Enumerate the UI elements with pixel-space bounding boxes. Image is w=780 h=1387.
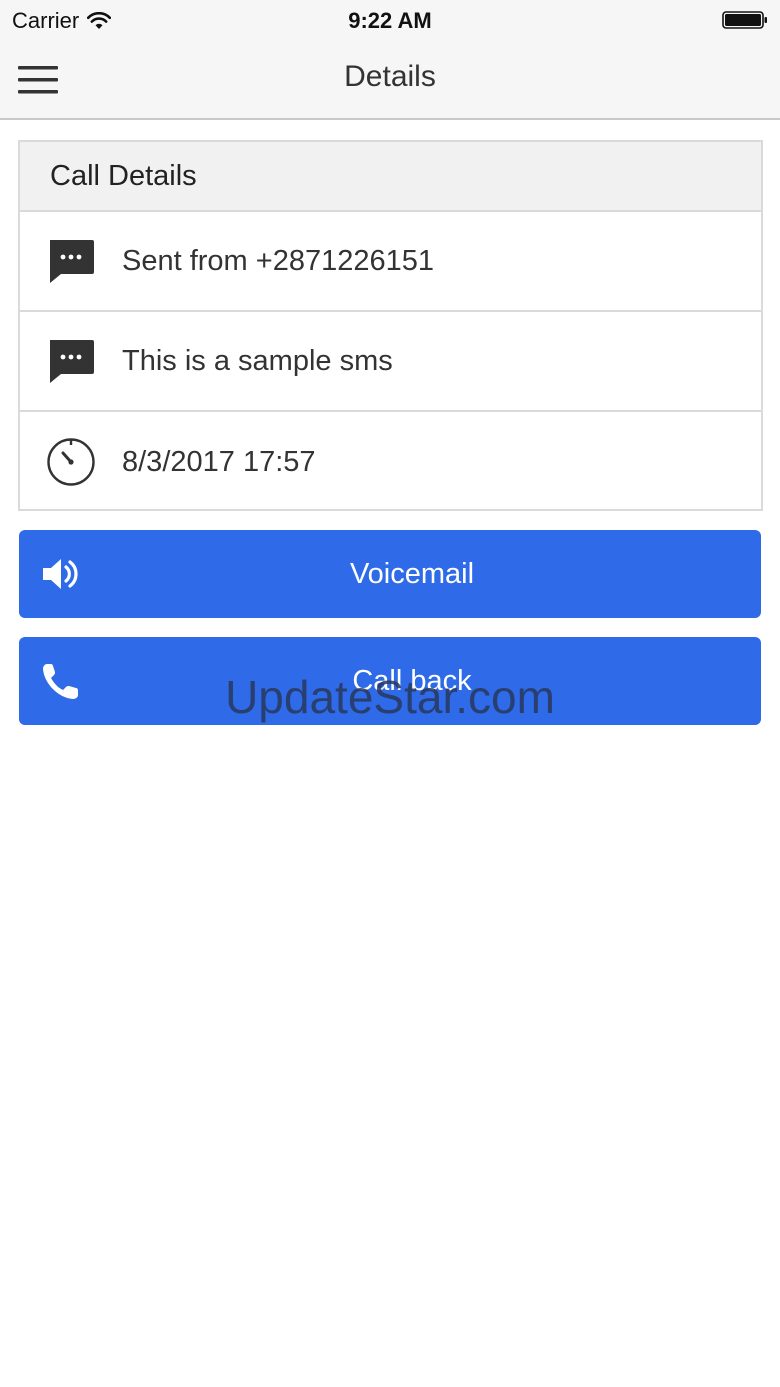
timer-icon [46, 437, 96, 487]
call-back-button[interactable]: Call back [19, 637, 761, 725]
speaker-icon [43, 559, 78, 589]
phone-icon [43, 664, 78, 699]
sender-text: Sent from +2871226151 [122, 244, 434, 277]
screen: Carrier 9:22 AM Details Call Details Sen… [0, 0, 780, 1387]
message-icon [46, 336, 96, 386]
page-title: Details [344, 60, 436, 93]
timestamp-text: 8/3/2017 17:57 [122, 445, 316, 478]
call-details-card: Call Details Sent from +2871226151 This … [18, 140, 763, 511]
voicemail-button[interactable]: Voicemail [19, 530, 761, 618]
message-icon [46, 236, 96, 286]
nav-bar: Details [0, 40, 780, 120]
message-text: This is a sample sms [122, 344, 393, 377]
sender-row: Sent from +2871226151 [20, 212, 761, 312]
voicemail-label: Voicemail [349, 557, 475, 590]
status-bar: Carrier 9:22 AM [0, 0, 780, 40]
timestamp-row: 8/3/2017 17:57 [20, 412, 761, 512]
call-back-label: Call back [352, 664, 472, 697]
status-time: 9:22 AM [348, 8, 432, 33]
card-header: Call Details [20, 142, 761, 212]
battery-icon [722, 11, 767, 29]
message-row: This is a sample sms [20, 312, 761, 412]
